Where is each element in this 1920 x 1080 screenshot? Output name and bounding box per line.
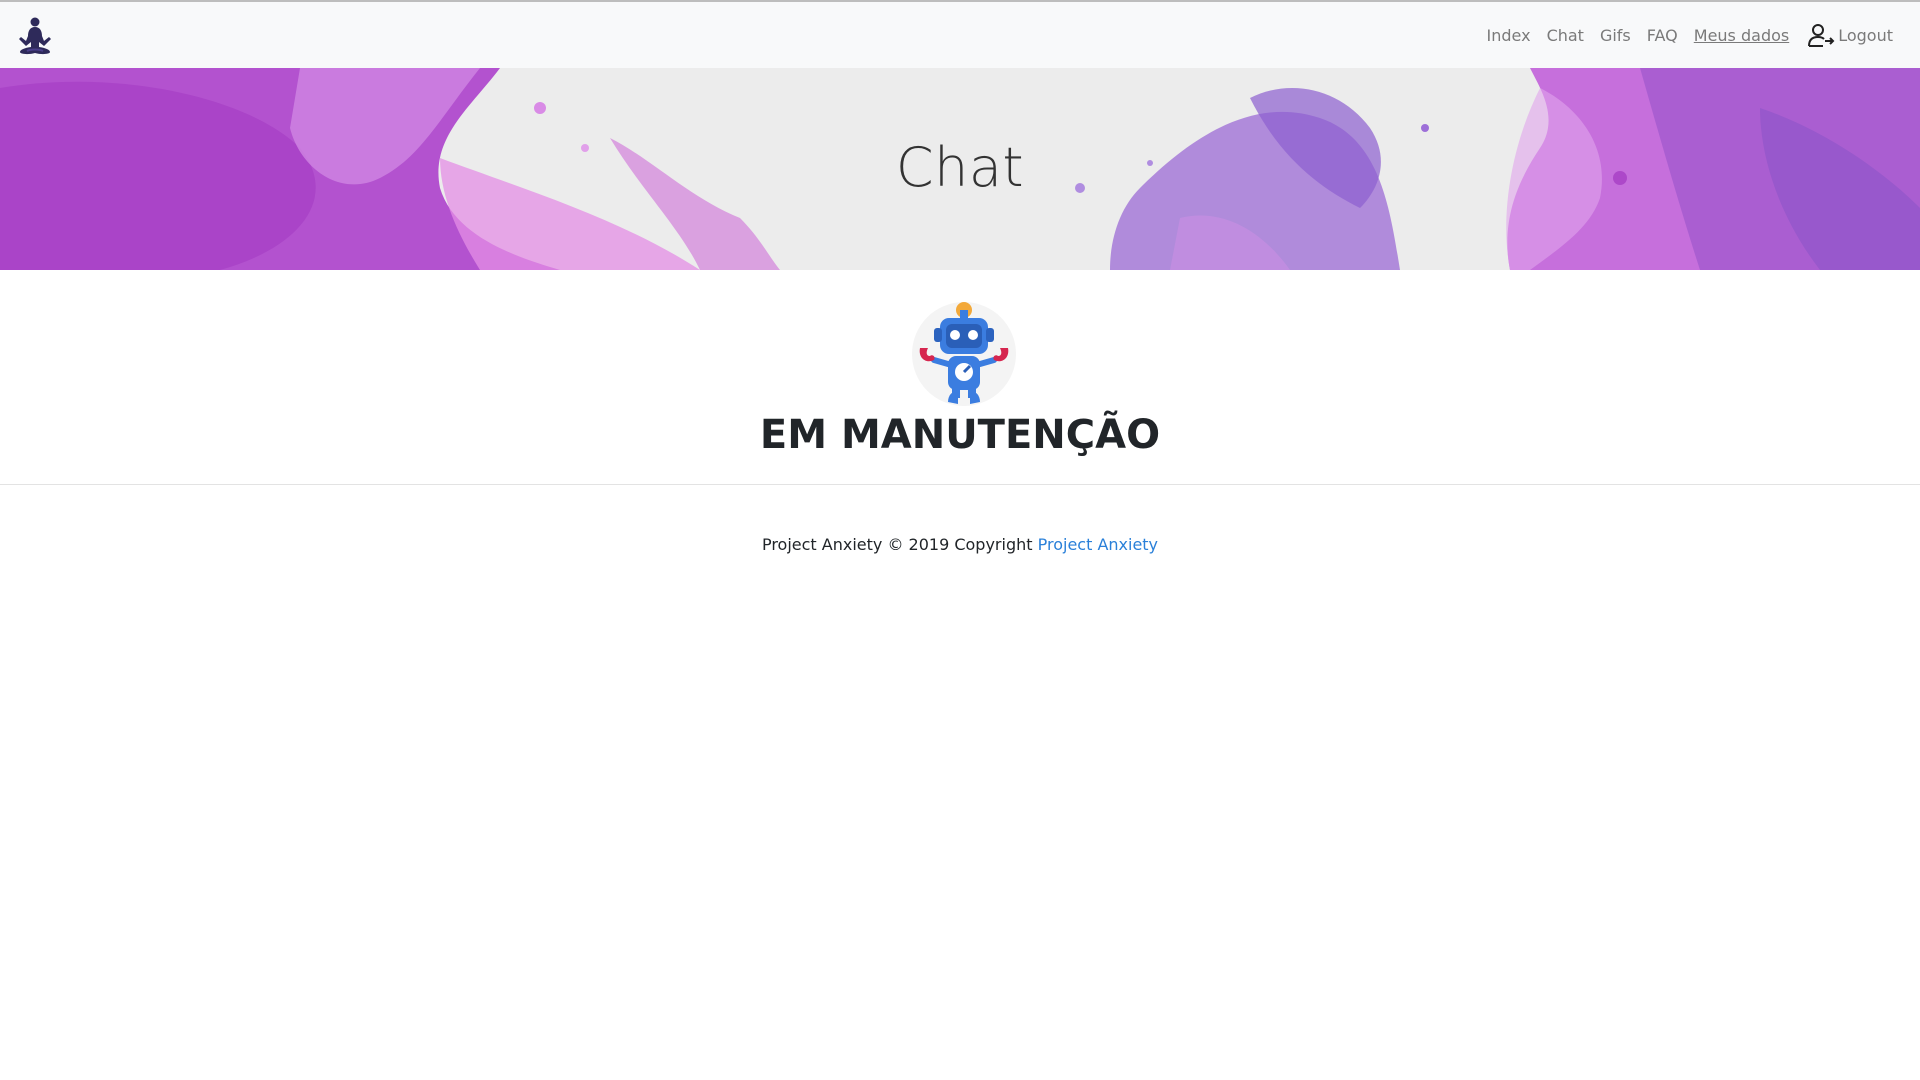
footer-link[interactable]: Project Anxiety	[1038, 535, 1158, 554]
footer: Project Anxiety © 2019 Copyright Project…	[0, 535, 1920, 554]
hero-banner: Chat	[0, 68, 1920, 270]
meditation-figure-icon[interactable]	[14, 15, 56, 57]
nav-links: Index Chat Gifs FAQ Meus dados Logout	[1487, 2, 1893, 68]
navbar: Index Chat Gifs FAQ Meus dados Logout	[0, 0, 1920, 68]
nav-link-gifs[interactable]: Gifs	[1600, 26, 1631, 45]
user-logout-icon	[1808, 24, 1835, 47]
nav-link-meus-dados[interactable]: Meus dados	[1694, 26, 1789, 45]
footer-text: Project Anxiety © 2019 Copyright	[761, 535, 1038, 554]
logout-button[interactable]: Logout	[1807, 22, 1893, 48]
logout-label: Logout	[1838, 25, 1893, 45]
robot-icon	[912, 302, 1016, 406]
maintenance-heading: EM MANUTENÇÃO	[759, 412, 1161, 458]
nav-link-index[interactable]: Index	[1487, 26, 1531, 45]
nav-link-faq[interactable]: FAQ	[1647, 26, 1678, 45]
page-title: Chat	[895, 136, 1025, 199]
nav-link-chat[interactable]: Chat	[1547, 26, 1584, 45]
divider	[0, 484, 1920, 485]
